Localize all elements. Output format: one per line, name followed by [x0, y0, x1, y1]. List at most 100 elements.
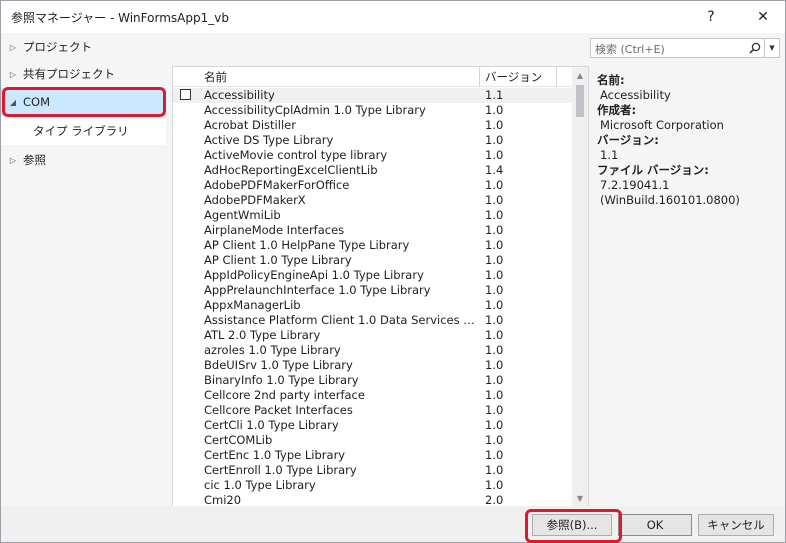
library-version: 1.0: [485, 208, 504, 222]
help-button[interactable]: ?: [689, 1, 733, 33]
library-version: 1.1: [485, 88, 504, 102]
library-version: 1.0: [485, 433, 504, 447]
expand-arrow-icon: ▷: [9, 69, 17, 79]
library-version: 1.0: [485, 283, 504, 297]
list-item[interactable]: AdHocReportingExcelClientLib 1.4: [173, 163, 572, 178]
library-name: AdobePDFMakerForOffice: [204, 178, 350, 192]
list-item[interactable]: AppIdPolicyEngineApi 1.0 Type Library 1.0: [173, 268, 572, 283]
search-icon[interactable]: [747, 40, 763, 56]
library-version: 1.0: [485, 403, 504, 417]
library-name: CertCOMLib: [204, 433, 273, 447]
list-rows: Accessibility 1.1 AccessibilityCplAdmin 1.…: [173, 88, 572, 507]
library-version: 1.0: [485, 238, 504, 252]
library-version: 1.0: [485, 298, 504, 312]
library-name: CertEnc 1.0 Type Library: [204, 448, 346, 462]
list-item[interactable]: AP Client 1.0 Type Library 1.0: [173, 253, 572, 268]
scroll-up-icon[interactable]: ▲: [572, 67, 588, 83]
include-checkbox[interactable]: [180, 89, 191, 100]
library-name: cic 1.0 Type Library: [204, 478, 316, 492]
list-item[interactable]: Cellcore Packet Interfaces 1.0: [173, 403, 572, 418]
vertical-scrollbar[interactable]: ▲ ▼: [572, 67, 588, 506]
library-name: AppPrelaunchInterface 1.0 Type Library: [204, 283, 431, 297]
list-item[interactable]: CertEnroll 1.0 Type Library 1.0: [173, 463, 572, 478]
nav-item-type-libraries[interactable]: タイプ ライブラリ: [1, 117, 166, 145]
search-dropdown-icon[interactable]: ▼: [764, 39, 779, 57]
column-header-name[interactable]: 名前: [173, 67, 480, 86]
library-version: 1.0: [485, 373, 504, 387]
library-version: 1.0: [485, 343, 504, 357]
library-name: AdHocReportingExcelClientLib: [204, 163, 378, 177]
list-item[interactable]: Acrobat Distiller 1.0: [173, 118, 572, 133]
list-item[interactable]: BdeUISrv 1.0 Type Library 1.0: [173, 358, 572, 373]
expand-arrow-icon: ▷: [9, 42, 17, 52]
window-title: 参照マネージャー - WinFormsApp1_vb: [11, 11, 229, 25]
library-name: AdobePDFMakerX: [204, 193, 306, 207]
list-item[interactable]: AP Client 1.0 HelpPane Type Library 1.0: [173, 238, 572, 253]
library-version: 1.0: [485, 448, 504, 462]
list-item[interactable]: cic 1.0 Type Library 1.0: [173, 478, 572, 493]
detail-version-label: バージョン:: [597, 133, 659, 147]
list-item[interactable]: Assistance Platform Client 1.0 Data Serv…: [173, 313, 572, 328]
search-input[interactable]: [591, 39, 757, 59]
collapse-arrow-icon: ◢: [9, 97, 17, 107]
list-item[interactable]: BinaryInfo 1.0 Type Library 1.0: [173, 373, 572, 388]
scroll-down-icon[interactable]: ▼: [572, 490, 588, 506]
title-bar: 参照マネージャー - WinFormsApp1_vb ? ✕: [1, 1, 785, 33]
list-item[interactable]: Active DS Type Library 1.0: [173, 133, 572, 148]
library-version: 1.0: [485, 418, 504, 432]
column-header-version[interactable]: バージョン: [480, 67, 557, 86]
library-version: 1.0: [485, 223, 504, 237]
list-item[interactable]: CertEnc 1.0 Type Library 1.0: [173, 448, 572, 463]
library-version: 1.0: [485, 133, 504, 147]
nav-item-shared-projects[interactable]: ▷ 共有プロジェクト: [1, 60, 166, 88]
library-version: 1.0: [485, 118, 504, 132]
list-item[interactable]: CertCli 1.0 Type Library 1.0: [173, 418, 572, 433]
detail-author-label: 作成者:: [597, 103, 637, 117]
library-name: Cellcore Packet Interfaces: [204, 403, 353, 417]
library-name: AirplaneMode Interfaces: [204, 223, 345, 237]
list-item[interactable]: AccessibilityCplAdmin 1.0 Type Library 1.…: [173, 103, 572, 118]
close-button[interactable]: ✕: [741, 1, 785, 33]
list-item[interactable]: Cmi20 2.0: [173, 493, 572, 507]
list-item[interactable]: ActiveMovie control type library 1.0: [173, 148, 572, 163]
library-name: Cmi20: [204, 493, 242, 507]
library-name: Accessibility: [204, 88, 275, 102]
list-item[interactable]: AdobePDFMakerForOffice 1.0: [173, 178, 572, 193]
list-item[interactable]: AppPrelaunchInterface 1.0 Type Library 1.…: [173, 283, 572, 298]
list-item[interactable]: Accessibility 1.1: [173, 88, 572, 103]
cancel-button[interactable]: キャンセル: [698, 514, 774, 536]
details-pane: 名前: Accessibility 作成者: Microsoft Corpora…: [597, 73, 782, 208]
list-item[interactable]: AgentWmiLib 1.0: [173, 208, 572, 223]
library-name: BdeUISrv 1.0 Type Library: [204, 358, 353, 372]
list-item[interactable]: CertCOMLib 1.0: [173, 433, 572, 448]
list-item[interactable]: AirplaneMode Interfaces 1.0: [173, 223, 572, 238]
list-item[interactable]: AdobePDFMakerX 1.0: [173, 193, 572, 208]
list-item[interactable]: AppxManagerLib 1.0: [173, 298, 572, 313]
library-name: AgentWmiLib: [204, 208, 281, 222]
browse-button[interactable]: 参照(B)...: [532, 514, 612, 536]
list-item[interactable]: azroles 1.0 Type Library 1.0: [173, 343, 572, 358]
library-version: 1.4: [485, 163, 504, 177]
library-version: 1.0: [485, 328, 504, 342]
library-version: 1.0: [485, 268, 504, 282]
scroll-thumb[interactable]: [576, 85, 584, 117]
reference-manager-dialog: 参照マネージャー - WinFormsApp1_vb ? ✕ ▷ プロジェクト …: [0, 0, 786, 543]
ok-button[interactable]: OK: [618, 514, 692, 536]
library-name: BinaryInfo 1.0 Type Library: [204, 373, 359, 387]
list-item[interactable]: Cellcore 2nd party interface 1.0: [173, 388, 572, 403]
category-nav: ▷ プロジェクト ▷ 共有プロジェクト ◢ COM タイプ ライブラリ ▷ 参照: [1, 33, 166, 505]
list-header: 名前 バージョン: [173, 67, 572, 87]
nav-item-projects[interactable]: ▷ プロジェクト: [1, 33, 166, 61]
library-version: 1.0: [485, 103, 504, 117]
nav-item-browse[interactable]: ▷ 参照: [1, 146, 166, 174]
library-version: 1.0: [485, 178, 504, 192]
detail-name-label: 名前:: [597, 73, 625, 87]
library-version: 1.0: [485, 148, 504, 162]
nav-item-label: 共有プロジェクト: [23, 67, 115, 81]
library-version: 2.0: [485, 493, 504, 507]
library-name: AP Client 1.0 Type Library: [204, 253, 352, 267]
nav-item-com[interactable]: ◢ COM: [1, 88, 166, 116]
list-item[interactable]: ATL 2.0 Type Library 1.0: [173, 328, 572, 343]
library-version: 1.0: [485, 358, 504, 372]
library-name: AccessibilityCplAdmin 1.0 Type Library: [204, 103, 426, 117]
